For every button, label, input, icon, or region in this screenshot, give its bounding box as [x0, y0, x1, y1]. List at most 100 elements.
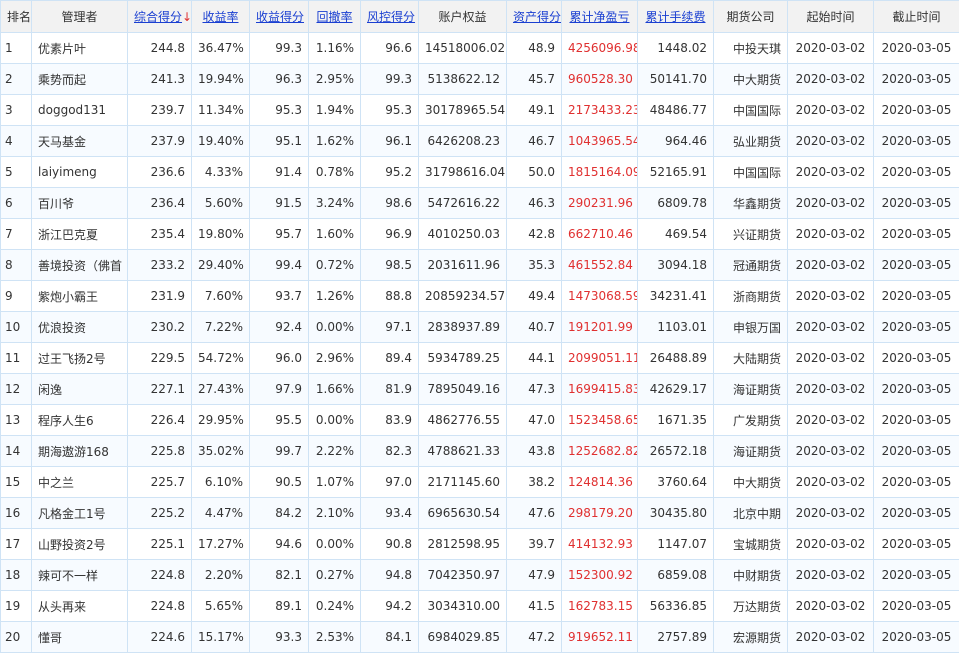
- asset-score-cell: 45.7: [507, 64, 562, 95]
- sort-net-pnl[interactable]: 累计净盈亏: [562, 1, 638, 33]
- header-net-pnl-label[interactable]: 累计净盈亏: [569, 10, 629, 24]
- manager-cell: 中之兰: [32, 467, 128, 498]
- end-time-cell: 2020-03-05: [874, 219, 959, 250]
- fees-cell: 964.46: [638, 126, 714, 157]
- end-time-cell: 2020-03-05: [874, 188, 959, 219]
- return-score-cell: 93.3: [250, 622, 309, 653]
- sort-return-score[interactable]: 收益得分: [250, 1, 309, 33]
- fees-cell: 1103.01: [638, 312, 714, 343]
- asset-score-cell: 47.2: [507, 622, 562, 653]
- header-end-time: 截止时间: [874, 1, 959, 33]
- end-time-cell: 2020-03-05: [874, 64, 959, 95]
- rank-cell: 3: [1, 95, 32, 126]
- start-time-cell: 2020-03-02: [788, 95, 874, 126]
- equity-cell: 30178965.54: [419, 95, 507, 126]
- manager-cell: 程序人生6: [32, 405, 128, 436]
- composite-score-cell: 233.2: [128, 250, 192, 281]
- table-row: 4天马基金237.919.40%95.11.62%96.16426208.234…: [1, 126, 959, 157]
- return-rate-cell: 54.72%: [192, 343, 250, 374]
- drawdown-cell: 3.24%: [309, 188, 361, 219]
- return-score-cell: 89.1: [250, 591, 309, 622]
- return-score-cell: 99.7: [250, 436, 309, 467]
- end-time-cell: 2020-03-05: [874, 33, 959, 64]
- risk-score-cell: 95.3: [361, 95, 419, 126]
- company-cell: 冠通期货: [714, 250, 788, 281]
- composite-score-cell: 235.4: [128, 219, 192, 250]
- rank-cell: 9: [1, 281, 32, 312]
- composite-score-cell: 241.3: [128, 64, 192, 95]
- company-cell: 中投天琪: [714, 33, 788, 64]
- risk-score-cell: 97.1: [361, 312, 419, 343]
- end-time-cell: 2020-03-05: [874, 467, 959, 498]
- sort-return-rate[interactable]: 收益率: [192, 1, 250, 33]
- end-time-cell: 2020-03-05: [874, 95, 959, 126]
- fees-cell: 42629.17: [638, 374, 714, 405]
- start-time-cell: 2020-03-02: [788, 436, 874, 467]
- sort-composite-score[interactable]: 综合得分↓: [128, 1, 192, 33]
- net-pnl-cell: 1815164.09: [562, 157, 638, 188]
- sort-risk-score[interactable]: 风控得分: [361, 1, 419, 33]
- asset-score-cell: 50.0: [507, 157, 562, 188]
- equity-cell: 2838937.89: [419, 312, 507, 343]
- header-drawdown-label[interactable]: 回撤率: [316, 10, 352, 24]
- composite-score-cell: 237.9: [128, 126, 192, 157]
- table-row: 12闲逸227.127.43%97.91.66%81.97895049.1647…: [1, 374, 959, 405]
- company-cell: 北京中期: [714, 498, 788, 529]
- fees-cell: 56336.85: [638, 591, 714, 622]
- manager-cell: 期海遨游168: [32, 436, 128, 467]
- start-time-cell: 2020-03-02: [788, 374, 874, 405]
- asset-score-cell: 47.6: [507, 498, 562, 529]
- rank-cell: 4: [1, 126, 32, 157]
- manager-cell: 闲逸: [32, 374, 128, 405]
- start-time-cell: 2020-03-02: [788, 250, 874, 281]
- drawdown-cell: 0.78%: [309, 157, 361, 188]
- header-risk-score-label[interactable]: 风控得分: [367, 10, 415, 24]
- rank-cell: 18: [1, 560, 32, 591]
- start-time-cell: 2020-03-02: [788, 126, 874, 157]
- equity-cell: 20859234.57: [419, 281, 507, 312]
- composite-score-cell: 225.7: [128, 467, 192, 498]
- drawdown-cell: 2.95%: [309, 64, 361, 95]
- header-fees-label[interactable]: 累计手续费: [645, 10, 705, 24]
- manager-cell: 百川爷: [32, 188, 128, 219]
- return-rate-cell: 19.80%: [192, 219, 250, 250]
- header-return-score-label[interactable]: 收益得分: [256, 10, 304, 24]
- equity-cell: 2031611.96: [419, 250, 507, 281]
- fees-cell: 1671.35: [638, 405, 714, 436]
- start-time-cell: 2020-03-02: [788, 188, 874, 219]
- start-time-cell: 2020-03-02: [788, 560, 874, 591]
- sort-fees[interactable]: 累计手续费: [638, 1, 714, 33]
- drawdown-cell: 1.66%: [309, 374, 361, 405]
- drawdown-cell: 1.26%: [309, 281, 361, 312]
- header-asset-score-label[interactable]: 资产得分: [513, 10, 561, 24]
- company-cell: 宝城期货: [714, 529, 788, 560]
- equity-cell: 5934789.25: [419, 343, 507, 374]
- fees-cell: 6809.78: [638, 188, 714, 219]
- header-composite-label[interactable]: 综合得分: [134, 10, 182, 24]
- table-row: 16凡格金工1号225.24.47%84.22.10%93.46965630.5…: [1, 498, 959, 529]
- header-return-rate-label[interactable]: 收益率: [202, 10, 238, 24]
- composite-score-cell: 230.2: [128, 312, 192, 343]
- table-row: 8善境投资（佛首233.229.40%99.40.72%98.52031611.…: [1, 250, 959, 281]
- net-pnl-cell: 1043965.54: [562, 126, 638, 157]
- return-score-cell: 95.3: [250, 95, 309, 126]
- sort-asset-score[interactable]: 资产得分: [507, 1, 562, 33]
- return-rate-cell: 17.27%: [192, 529, 250, 560]
- asset-score-cell: 48.9: [507, 33, 562, 64]
- table-body: 1优素片叶244.836.47%99.31.16%96.614518006.02…: [1, 33, 959, 653]
- return-score-cell: 82.1: [250, 560, 309, 591]
- drawdown-cell: 0.24%: [309, 591, 361, 622]
- return-rate-cell: 4.33%: [192, 157, 250, 188]
- sort-drawdown[interactable]: 回撤率: [309, 1, 361, 33]
- asset-score-cell: 42.8: [507, 219, 562, 250]
- return-score-cell: 99.3: [250, 33, 309, 64]
- composite-score-cell: 224.8: [128, 560, 192, 591]
- end-time-cell: 2020-03-05: [874, 529, 959, 560]
- drawdown-cell: 0.27%: [309, 560, 361, 591]
- fees-cell: 50141.70: [638, 64, 714, 95]
- equity-cell: 6965630.54: [419, 498, 507, 529]
- composite-score-cell: 231.9: [128, 281, 192, 312]
- asset-score-cell: 46.7: [507, 126, 562, 157]
- return-score-cell: 94.6: [250, 529, 309, 560]
- company-cell: 浙商期货: [714, 281, 788, 312]
